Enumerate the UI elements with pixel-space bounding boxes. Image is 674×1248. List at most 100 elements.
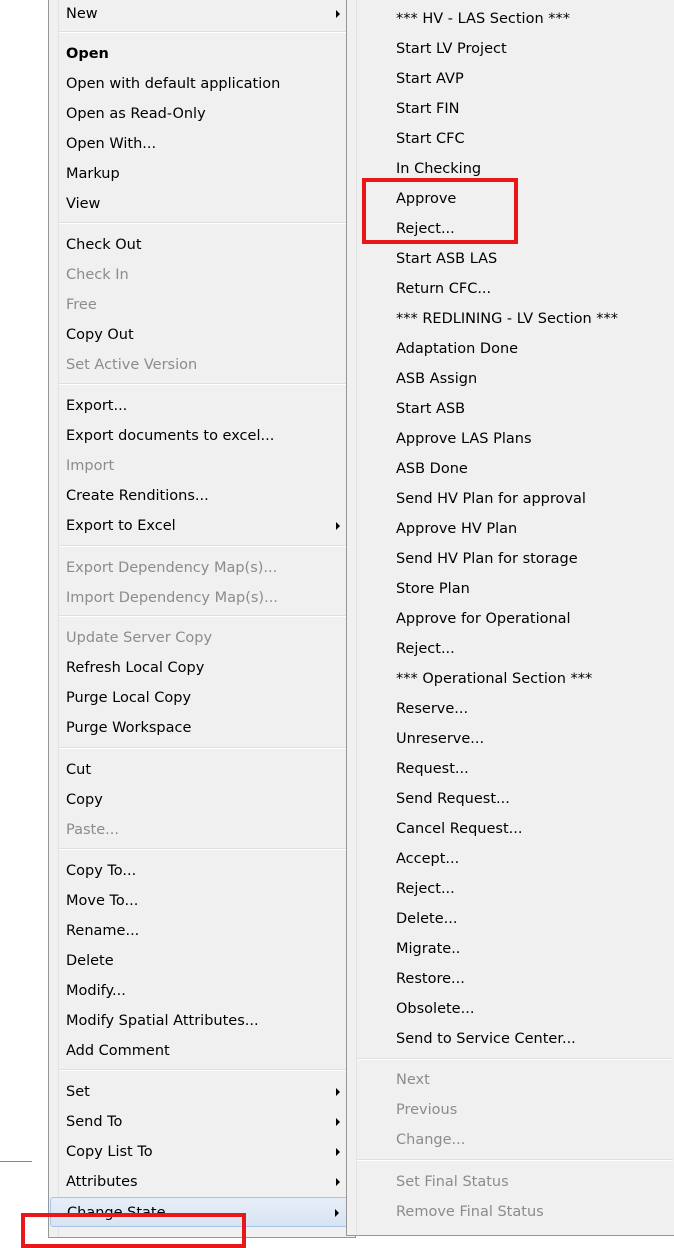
menu-item-label: Paste... — [66, 822, 119, 838]
state-item-send-hv-plan-for-approval[interactable]: Send HV Plan for approval — [348, 484, 674, 514]
menu-item-label: Open with default application — [66, 76, 281, 92]
menu-separator — [59, 31, 353, 33]
menu-item-import: Import — [50, 451, 354, 481]
state-item-send-hv-plan-for-storage[interactable]: Send HV Plan for storage — [348, 544, 674, 574]
state-item-label: Start ASB LAS — [396, 251, 498, 267]
state-item-request[interactable]: Request... — [348, 754, 674, 784]
menu-item-label: Import — [66, 458, 115, 474]
menu-item-export[interactable]: Export... — [50, 391, 354, 421]
state-item-restore[interactable]: Restore... — [348, 964, 674, 994]
state-item-return-cfc[interactable]: Return CFC... — [348, 274, 674, 304]
menu-item-set[interactable]: Set — [50, 1077, 354, 1107]
state-item-start-cfc[interactable]: Start CFC — [348, 124, 674, 154]
state-item-reserve[interactable]: Reserve... — [348, 694, 674, 724]
menu-separator — [59, 222, 353, 224]
state-item-reject[interactable]: Reject... — [348, 634, 674, 664]
submenu-arrow-icon — [336, 1178, 340, 1186]
state-item-approve-las-plans[interactable]: Approve LAS Plans — [348, 424, 674, 454]
state-item-start-asb[interactable]: Start ASB — [348, 394, 674, 424]
menu-item-copy[interactable]: Copy — [50, 785, 354, 815]
menu-item-paste: Paste... — [50, 815, 354, 845]
menu-item-modify-spatial-attributes[interactable]: Modify Spatial Attributes... — [50, 1006, 354, 1036]
menu-item-label: Export... — [66, 398, 128, 414]
menu-item-add-comment[interactable]: Add Comment — [50, 1036, 354, 1066]
state-item-label: Accept... — [396, 851, 460, 867]
state-item-start-lv-project[interactable]: Start LV Project — [348, 34, 674, 64]
menu-item-cut[interactable]: Cut — [50, 755, 354, 785]
state-item-accept[interactable]: Accept... — [348, 844, 674, 874]
menu-item-label: Copy To... — [66, 863, 137, 879]
menu-item-delete[interactable]: Delete — [50, 946, 354, 976]
state-item-reject[interactable]: Reject... — [348, 874, 674, 904]
state-item-send-request[interactable]: Send Request... — [348, 784, 674, 814]
state-item-previous: Previous — [348, 1095, 674, 1125]
menu-item-move-to[interactable]: Move To... — [50, 886, 354, 916]
state-item-obsolete[interactable]: Obsolete... — [348, 994, 674, 1024]
state-item-label: Reject... — [396, 641, 455, 657]
menu-item-view[interactable]: View — [50, 189, 354, 219]
state-item-unreserve[interactable]: Unreserve... — [348, 724, 674, 754]
menu-item-import-dependency-map-s: Import Dependency Map(s)... — [50, 583, 354, 613]
state-item-redlining-lv-section[interactable]: *** REDLINING - LV Section *** — [348, 304, 674, 334]
state-item-asb-done[interactable]: ASB Done — [348, 454, 674, 484]
state-item-send-to-service-center[interactable]: Send to Service Center... — [348, 1024, 674, 1054]
menu-item-label: View — [66, 196, 101, 212]
menu-item-purge-workspace[interactable]: Purge Workspace — [50, 713, 354, 743]
state-item-delete[interactable]: Delete... — [348, 904, 674, 934]
menu-item-copy-to[interactable]: Copy To... — [50, 856, 354, 886]
state-item-label: Change... — [396, 1132, 466, 1148]
menu-item-label: Export to Excel — [66, 518, 176, 534]
menu-item-rename[interactable]: Rename... — [50, 916, 354, 946]
state-item-label: *** Operational Section *** — [396, 671, 593, 687]
menu-item-open[interactable]: Open — [50, 39, 354, 69]
menu-item-attributes[interactable]: Attributes — [50, 1167, 354, 1197]
state-item-start-avp[interactable]: Start AVP — [348, 64, 674, 94]
menu-item-label: Check In — [66, 267, 129, 283]
state-item-approve-hv-plan[interactable]: Approve HV Plan — [348, 514, 674, 544]
menu-item-open-as-read-only[interactable]: Open as Read-Only — [50, 99, 354, 129]
menu-item-label: Delete — [66, 953, 114, 969]
menu-item-label: Copy — [66, 792, 103, 808]
state-item-label: Approve LAS Plans — [396, 431, 532, 447]
state-item-store-plan[interactable]: Store Plan — [348, 574, 674, 604]
menu-item-export-to-excel[interactable]: Export to Excel — [50, 511, 354, 541]
menu-item-label: Import Dependency Map(s)... — [66, 590, 278, 606]
menu-item-label: Send To — [66, 1114, 123, 1130]
state-item-label: Next — [396, 1072, 430, 1088]
menu-item-new[interactable]: New — [50, 0, 354, 29]
menu-item-modify[interactable]: Modify... — [50, 976, 354, 1006]
menu-separator — [59, 545, 353, 547]
state-item-label: Start ASB — [396, 401, 466, 417]
menu-item-check-out[interactable]: Check Out — [50, 230, 354, 260]
state-item-operational-section[interactable]: *** Operational Section *** — [348, 664, 674, 694]
state-item-cancel-request[interactable]: Cancel Request... — [348, 814, 674, 844]
state-item-label: Send HV Plan for storage — [396, 551, 578, 567]
menu-item-markup[interactable]: Markup — [50, 159, 354, 189]
state-item-hv-las-section[interactable]: *** HV - LAS Section *** — [348, 4, 674, 34]
menu-item-refresh-local-copy[interactable]: Refresh Local Copy — [50, 653, 354, 683]
menu-item-purge-local-copy[interactable]: Purge Local Copy — [50, 683, 354, 713]
state-item-label: Reject... — [396, 881, 455, 897]
menu-item-label: Modify Spatial Attributes... — [66, 1013, 259, 1029]
menu-item-copy-out[interactable]: Copy Out — [50, 320, 354, 350]
menu-item-open-with-default-application[interactable]: Open with default application — [50, 69, 354, 99]
highlight-box-change-state — [21, 1213, 246, 1248]
menu-item-label: Cut — [66, 762, 91, 778]
menu-item-copy-list-to[interactable]: Copy List To — [50, 1137, 354, 1167]
menu-item-send-to[interactable]: Send To — [50, 1107, 354, 1137]
state-item-label: Reserve... — [396, 701, 469, 717]
menu-item-export-documents-to-excel[interactable]: Export documents to excel... — [50, 421, 354, 451]
menu-item-open-with[interactable]: Open With... — [50, 129, 354, 159]
state-item-approve-for-operational[interactable]: Approve for Operational — [348, 604, 674, 634]
menu-item-label: Modify... — [66, 983, 126, 999]
state-item-start-fin[interactable]: Start FIN — [348, 94, 674, 124]
state-item-label: Start AVP — [396, 71, 464, 87]
menu-item-create-renditions[interactable]: Create Renditions... — [50, 481, 354, 511]
state-item-label: Send Request... — [396, 791, 510, 807]
state-item-asb-assign[interactable]: ASB Assign — [348, 364, 674, 394]
state-item-label: Restore... — [396, 971, 465, 987]
state-item-migrate[interactable]: Migrate.. — [348, 934, 674, 964]
state-item-adaptation-done[interactable]: Adaptation Done — [348, 334, 674, 364]
state-item-start-asb-las[interactable]: Start ASB LAS — [348, 244, 674, 274]
state-item-label: Send to Service Center... — [396, 1031, 576, 1047]
